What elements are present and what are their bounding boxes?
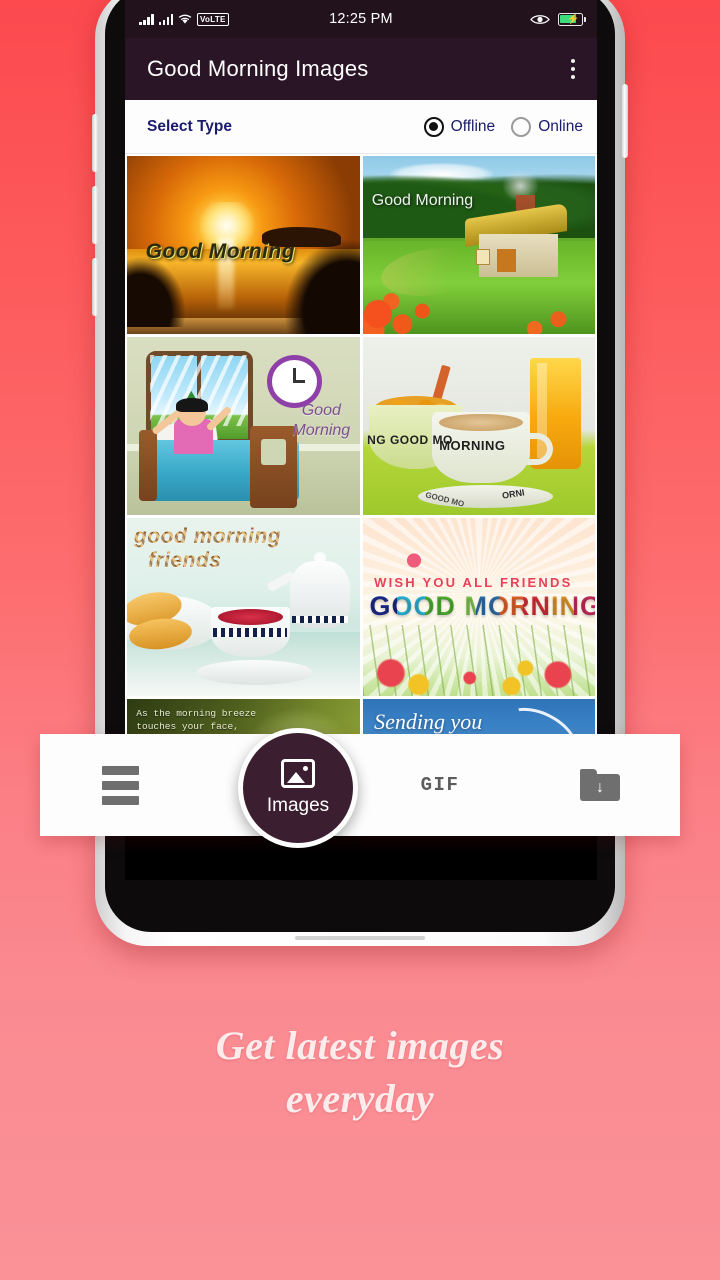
status-bar-right: ⚡: [530, 12, 587, 26]
grid-item-caption-line-2: GOOD MORNING: [369, 592, 595, 620]
volume-down-button[interactable]: [92, 186, 98, 244]
caption-line-2: friends: [147, 549, 222, 573]
grid-item-caption-line-1: WISH YOU ALL FRIENDS: [374, 574, 573, 590]
radio-offline-label: Offline: [450, 117, 496, 135]
status-bar: VoLTE 12:25 PM ⚡: [125, 0, 597, 38]
page-title: Good Morning Images: [147, 56, 369, 81]
sim-tray: [92, 258, 98, 316]
images-fab-button[interactable]: Images: [238, 728, 358, 848]
nav-slot-download[interactable]: ↓: [520, 734, 680, 836]
download-folder-icon[interactable]: ↓: [580, 769, 620, 801]
speaker-grille: [295, 936, 425, 940]
grid-item-breakfast[interactable]: NG GOOD MO MORNING ORNI GOOD MO: [362, 337, 595, 515]
app-bar: Good Morning Images: [125, 38, 597, 100]
wifi-icon: [178, 14, 192, 24]
tagline: Get latest images everyday: [0, 1020, 720, 1126]
nav-slot-menu[interactable]: [40, 734, 200, 836]
caption-line-1: good morning: [133, 525, 282, 549]
caption-line-2: Morning: [292, 422, 351, 440]
bottom-navigation-bar: GIF ↓: [40, 734, 680, 836]
signal-bars-icon: [139, 13, 154, 25]
cottage-artwork: [362, 156, 595, 334]
radio-online-indicator[interactable]: [511, 116, 532, 137]
status-bar-left: VoLTE: [139, 12, 229, 26]
radio-offline-indicator[interactable]: [423, 116, 444, 137]
nav-slot-gif[interactable]: GIF: [360, 734, 520, 836]
type-radio-group: Offline Online: [423, 116, 583, 137]
breakfast-artwork: [362, 337, 595, 515]
grid-item-caption: Good Morning: [292, 401, 350, 441]
grid-item-caption-line-1: Sending you: [374, 708, 483, 734]
grid-item-caption: good morning friends: [134, 525, 281, 573]
grid-item-caption: Good Morning: [371, 191, 474, 209]
gif-label: GIF: [420, 774, 460, 796]
caption-line-1: Good: [301, 402, 341, 420]
volume-up-button[interactable]: [92, 114, 98, 172]
image-photo-icon: [281, 759, 315, 788]
select-type-label: Select Type: [147, 117, 233, 135]
power-button[interactable]: [622, 84, 628, 158]
radio-online-label: Online: [538, 117, 583, 135]
battery-charging-icon: ⚡: [558, 12, 587, 26]
grid-item-tea-friends[interactable]: good morning friends: [127, 518, 360, 696]
eye-care-icon: [530, 14, 550, 24]
tagline-line-2: everyday: [285, 1075, 435, 1121]
grid-item-sunrise[interactable]: Good Morning: [127, 156, 360, 334]
grid-item-caption: Good Morning: [145, 239, 296, 263]
radio-offline[interactable]: Offline: [423, 116, 496, 137]
images-fab-label: Images: [266, 795, 330, 816]
signal-bars-icon-2: [158, 13, 173, 25]
grid-item-cottage[interactable]: Good Morning: [362, 156, 595, 334]
kebab-menu-icon[interactable]: [565, 53, 582, 86]
grid-item-wish-friends[interactable]: WISH YOU ALL FRIENDS GOOD MORNING: [362, 518, 595, 696]
volte-icon: VoLTE: [197, 12, 229, 26]
image-grid: Good Morning Good Morning Good Morning N…: [125, 154, 597, 796]
tagline-line-1: Get latest images: [215, 1023, 505, 1068]
grid-item-wakeup[interactable]: Good Morning: [127, 337, 360, 515]
select-type-row: Select Type Offline Online: [125, 100, 597, 154]
hamburger-menu-icon[interactable]: [101, 765, 139, 805]
grid-item-caption-mug: MORNING: [439, 438, 506, 454]
radio-online[interactable]: Online: [511, 116, 583, 137]
